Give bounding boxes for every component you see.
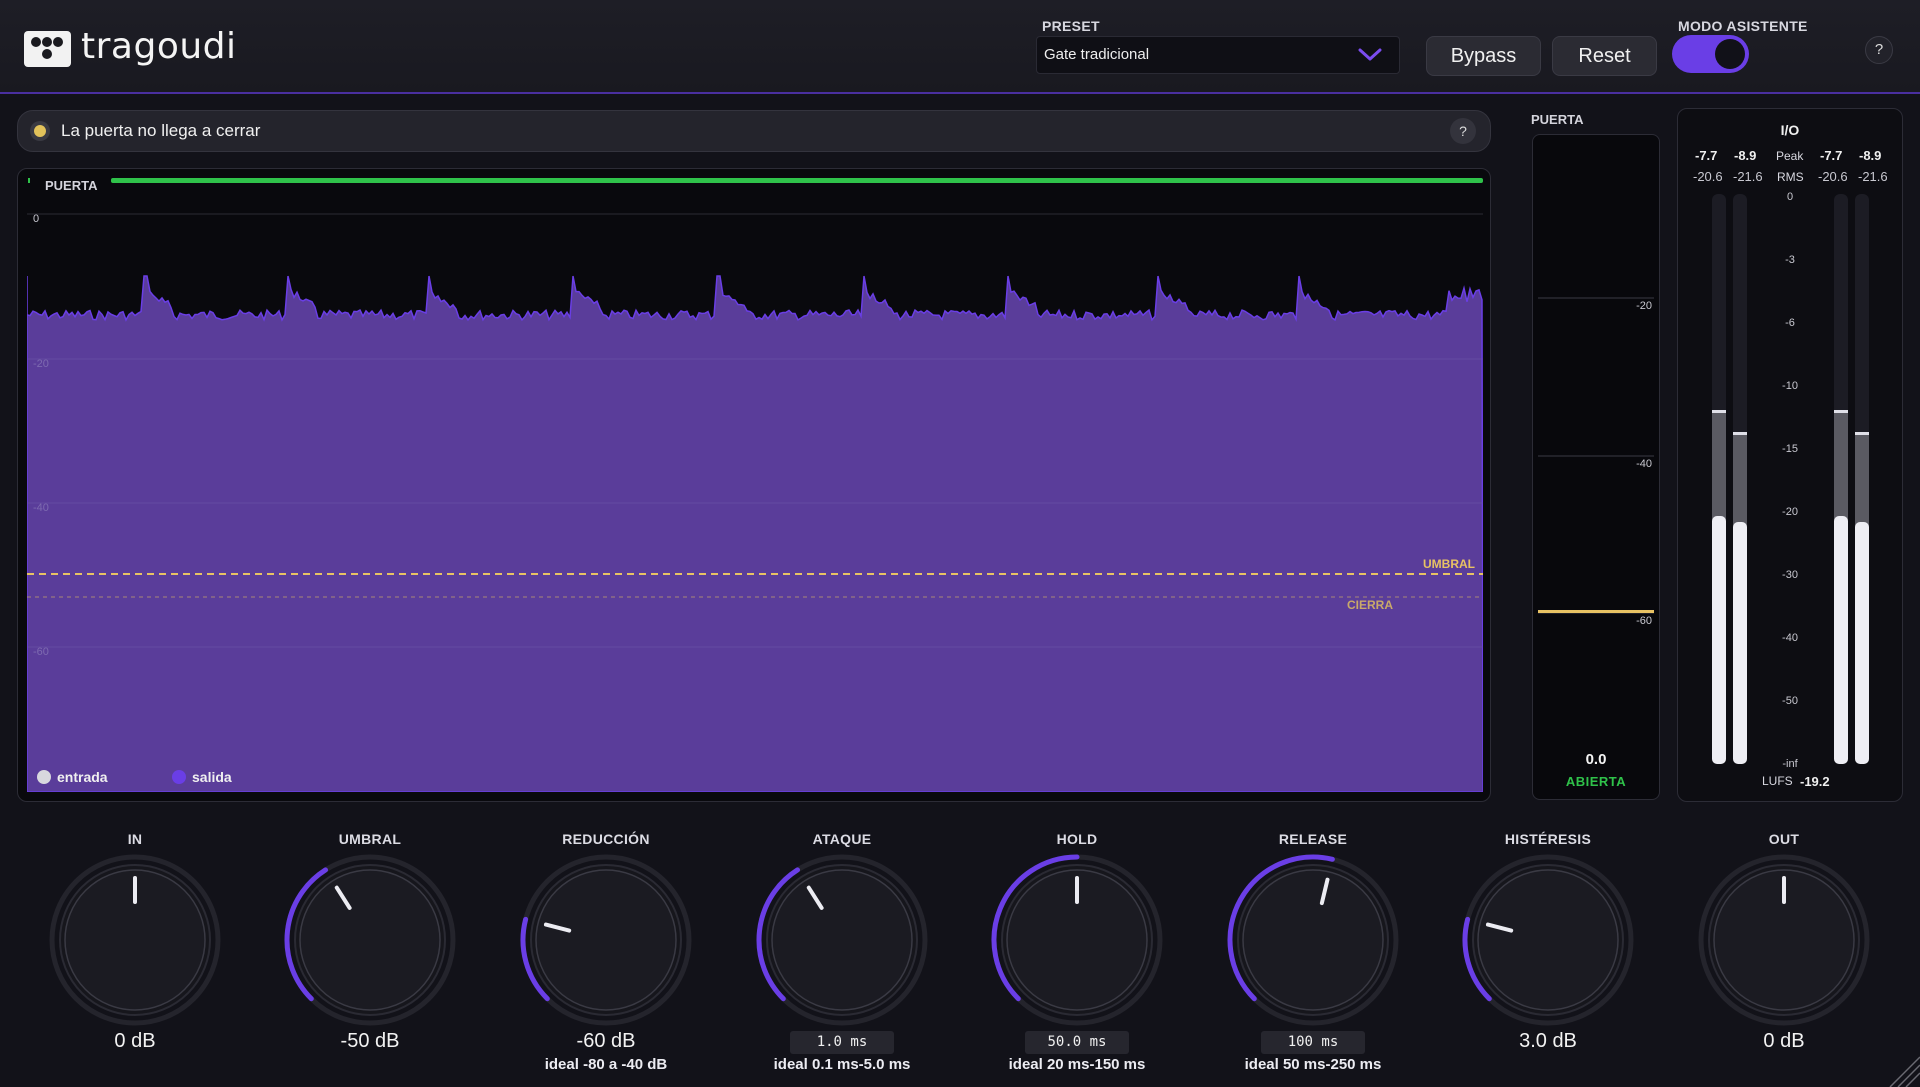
knob-hint-4: ideal 20 ms-150 ms [1008, 1056, 1146, 1073]
output-waveform [27, 275, 1483, 792]
legend-output-label: salida [192, 769, 232, 785]
reset-button[interactable]: Reset [1552, 36, 1657, 76]
io-scale-3: -3 [1785, 254, 1795, 266]
knob-label-1: UMBRAL [338, 831, 402, 847]
knob-value-field-5[interactable]: 100 ms [1261, 1031, 1365, 1054]
knob-value-1: -50 dB [340, 1030, 400, 1052]
gate-tick-40: -40 [1636, 458, 1652, 470]
io-title: I/O [1780, 122, 1800, 138]
knob-hint-2: ideal -80 a -40 dB [544, 1056, 668, 1073]
rms-label: RMS [1777, 170, 1804, 184]
y-tick-40: -40 [33, 502, 49, 514]
knob-umbral[interactable] [282, 852, 458, 1028]
legend-output-dot [172, 770, 186, 784]
assistant-mode-label: MODO ASISTENTE [1678, 18, 1808, 34]
knob-label-3: ATAQUE [812, 831, 872, 847]
in-peak-right: -8.9 [1734, 148, 1757, 163]
knob-out[interactable] [1696, 852, 1872, 1028]
knob-in[interactable] [47, 852, 223, 1028]
in-rms-left: -20.6 [1693, 169, 1723, 184]
gate-open-indicator-bar [111, 178, 1483, 183]
io-scale-6: -6 [1785, 317, 1795, 329]
knob-label-7: OUT [1768, 831, 1800, 847]
io-scale-10: -10 [1782, 380, 1798, 392]
gate-meter-scale: -20 -40 -60 [1538, 297, 1654, 627]
legend-input-dot [37, 770, 51, 784]
knob-value-field-3[interactable]: 1.0 ms [790, 1031, 894, 1054]
knob-hold[interactable] [989, 852, 1165, 1028]
out-peak-left: -7.7 [1820, 148, 1843, 163]
knob-value-7: 0 dB [1763, 1030, 1805, 1052]
output-meter-left [1834, 194, 1848, 764]
close-label: CIERRA [1347, 598, 1393, 612]
out-rms-right: -21.6 [1858, 169, 1888, 184]
knob-value-0: 0 dB [114, 1030, 156, 1052]
knob-value-field-4[interactable]: 50.0 ms [1025, 1031, 1129, 1054]
io-scale-inf: -inf [1782, 758, 1798, 770]
io-meters: 0 -3 -6 -10 -15 -20 -30 -40 -50 -inf [1712, 191, 1869, 770]
gate-open-indicator-start [28, 178, 30, 183]
gate-meter-title: PUERTA [1531, 112, 1584, 127]
waveform-graph[interactable]: 0 -20 -40 -60 UMBRAL CIERRA entrada sali… [27, 210, 1483, 792]
knob-value-6: 3.0 dB [1519, 1030, 1577, 1052]
lufs-label: LUFS [1762, 774, 1793, 788]
logo-text: tragoudi [81, 26, 237, 67]
knob-hint-3: ideal 0.1 ms-5.0 ms [773, 1056, 911, 1073]
out-peak-right: -8.9 [1859, 148, 1882, 163]
alert-help-button[interactable]: ? [1450, 118, 1476, 144]
lufs-value: -19.2 [1800, 774, 1830, 789]
out-rms-left: -20.6 [1818, 169, 1848, 184]
in-rms-right: -21.6 [1733, 169, 1763, 184]
chevron-down-icon[interactable] [1358, 48, 1382, 67]
io-scale-30: -30 [1782, 569, 1798, 581]
preset-label: PRESET [1042, 18, 1100, 34]
gate-state-label: ABIERTA [1565, 774, 1627, 789]
knob-label-5: RELEASE [1278, 831, 1348, 847]
resize-grip-icon[interactable] [1886, 1053, 1920, 1087]
io-scale-40: -40 [1782, 632, 1798, 644]
y-tick-0: 0 [33, 213, 39, 225]
help-button[interactable]: ? [1865, 36, 1893, 64]
gate-threshold-marker [1538, 610, 1654, 613]
input-meter-left [1712, 194, 1726, 764]
peak-label: Peak [1776, 149, 1804, 163]
knob-histéresis[interactable] [1460, 852, 1636, 1028]
logo-icon [24, 31, 71, 67]
alert-status-dot [34, 125, 46, 137]
gate-tick-20: -20 [1636, 300, 1652, 312]
output-meter-right [1855, 194, 1869, 764]
gate-tick-60: -60 [1636, 615, 1652, 627]
preset-value[interactable]: Gate tradicional [1044, 46, 1149, 63]
bypass-button[interactable]: Bypass [1426, 36, 1541, 76]
toggle-knob[interactable] [1715, 39, 1745, 69]
graph-title: PUERTA [45, 178, 98, 193]
io-scale-15: -15 [1782, 443, 1798, 455]
knob-ataque[interactable] [754, 852, 930, 1028]
knob-hint-5: ideal 50 ms-250 ms [1244, 1056, 1382, 1073]
io-scale-50: -50 [1782, 695, 1798, 707]
knob-label-2: REDUCCIÓN [562, 831, 650, 847]
knob-label-0: IN [127, 831, 143, 847]
io-scale-0: 0 [1787, 191, 1793, 203]
knob-release[interactable] [1225, 852, 1401, 1028]
alert-message: La puerta no llega a cerrar [61, 121, 261, 140]
in-peak-left: -7.7 [1695, 148, 1718, 163]
gate-reduction-value: 0.0 [1585, 751, 1607, 768]
knob-reducción[interactable] [518, 852, 694, 1028]
input-meter-right [1733, 194, 1747, 764]
knob-label-6: HISTÉRESIS [1504, 831, 1592, 847]
y-tick-60: -60 [33, 646, 49, 658]
threshold-label: UMBRAL [1423, 557, 1475, 571]
io-scale-20: -20 [1782, 506, 1798, 518]
knob-value-2: -60 dB [576, 1030, 636, 1052]
y-tick-20: -20 [33, 358, 49, 370]
knob-label-4: HOLD [1056, 831, 1098, 847]
legend-input-label: entrada [57, 769, 108, 785]
